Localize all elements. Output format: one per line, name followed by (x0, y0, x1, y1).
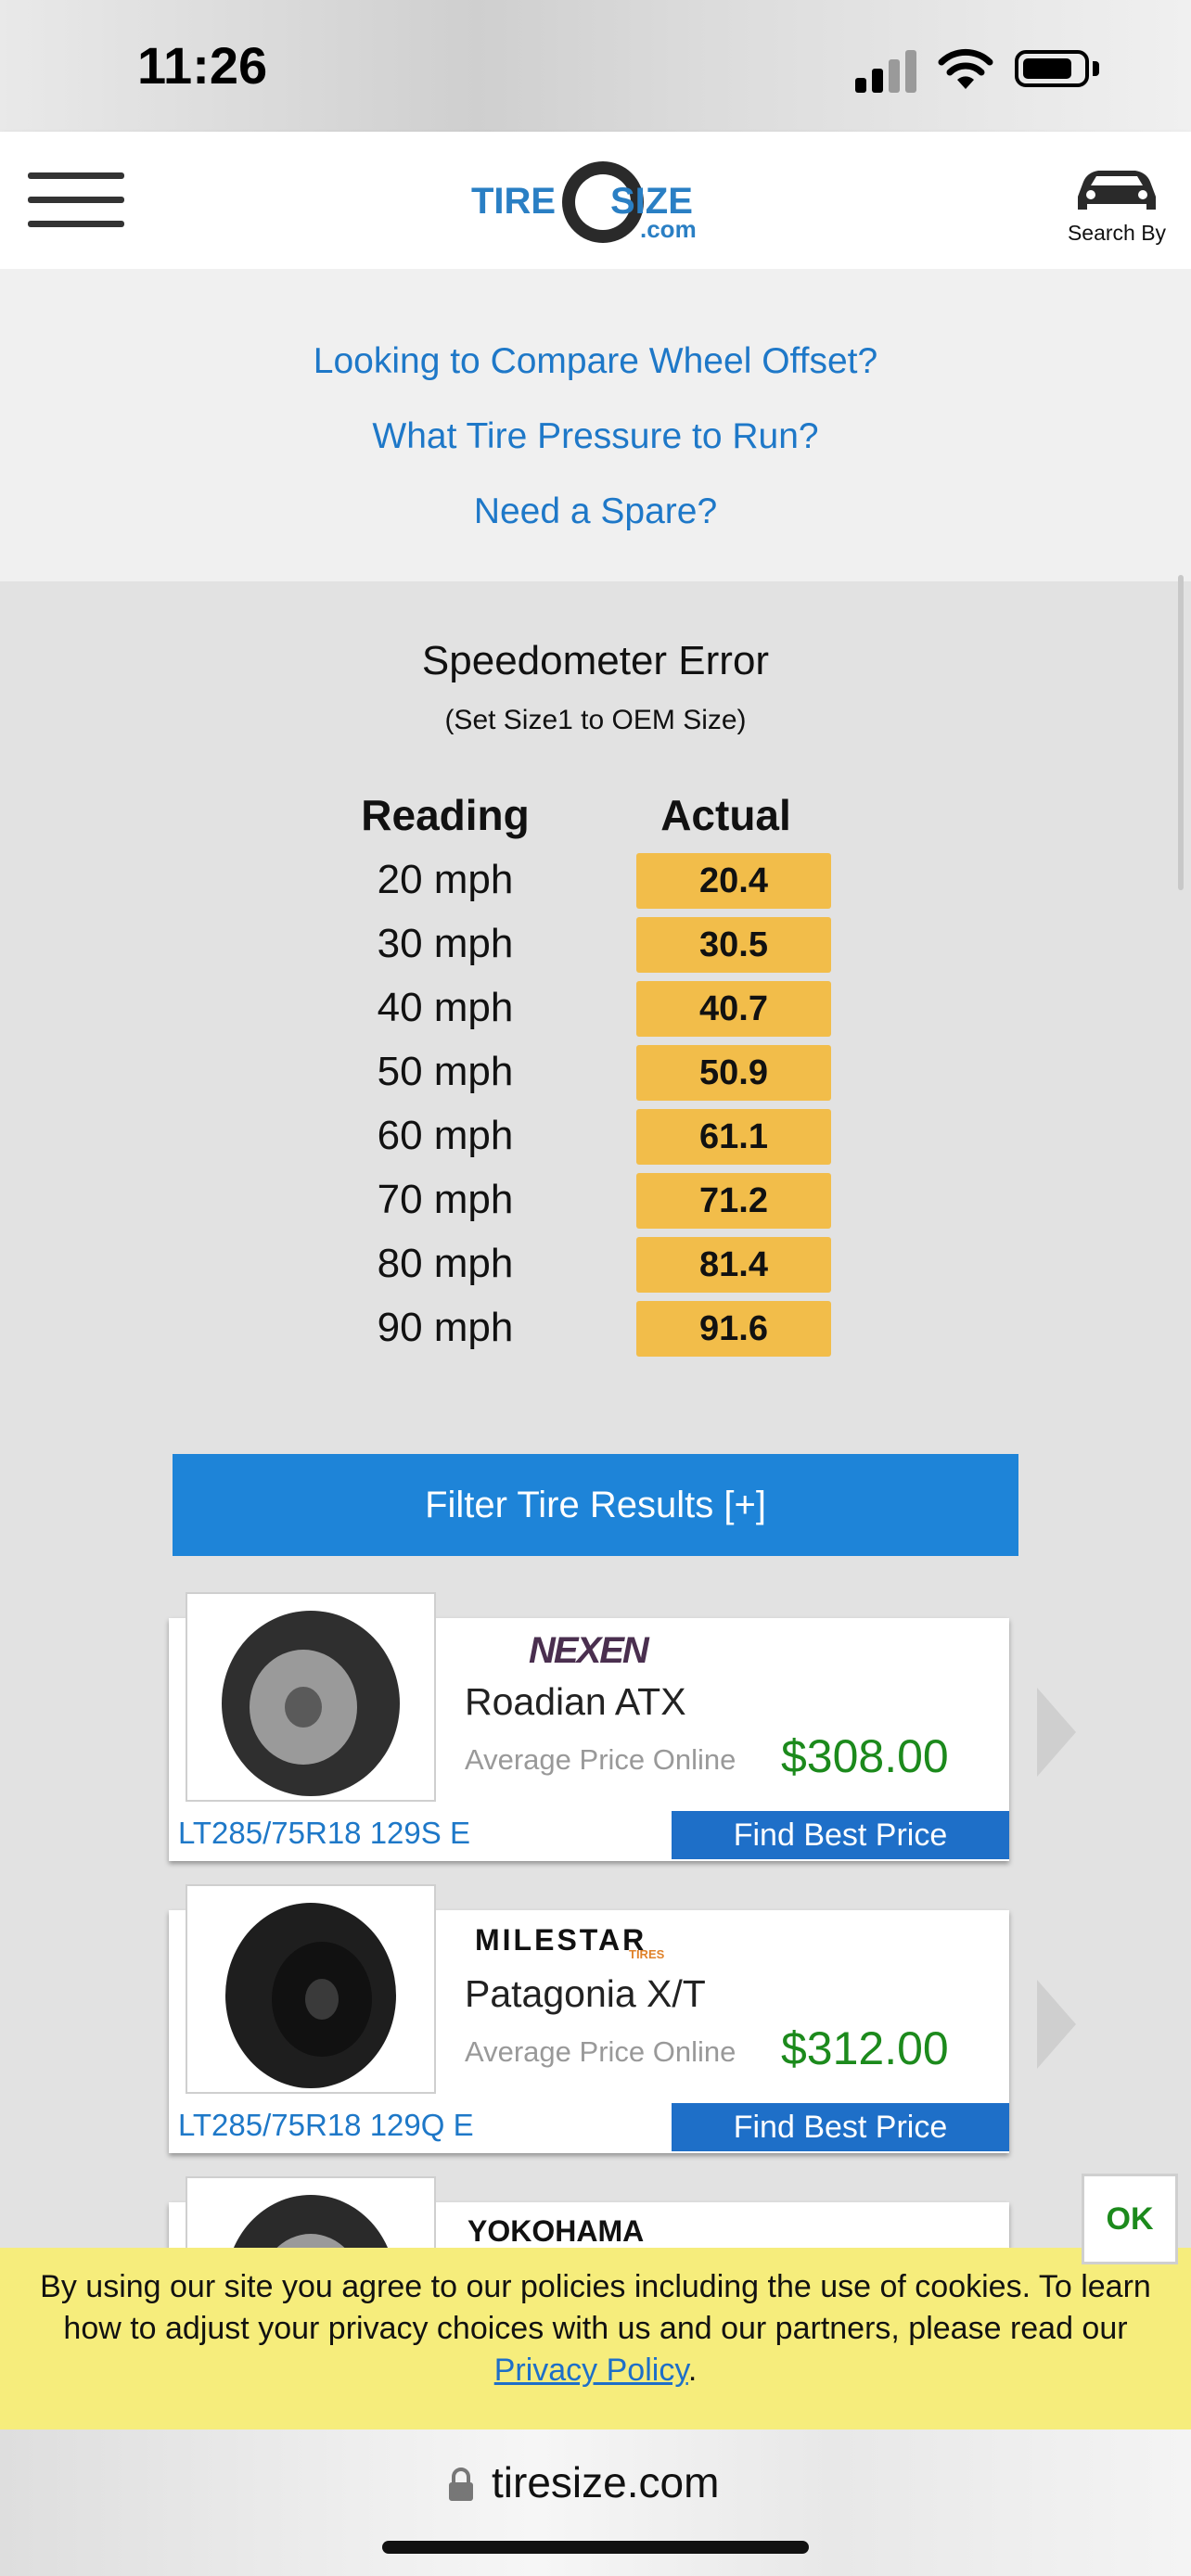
speed-row: 80 mph 81.4 (0, 1237, 1191, 1293)
speed-reading: 30 mph (377, 921, 514, 966)
speed-reading: 60 mph (377, 1113, 514, 1158)
speedometer-title: Speedometer Error (421, 638, 770, 683)
tire-wheel-icon (222, 1611, 400, 1796)
average-price-label: Average Price Online (465, 2035, 736, 2068)
tire-price: $308.00 (781, 1730, 949, 1782)
actual-column-header: Actual (660, 791, 791, 839)
speed-row: 90 mph 91.6 (0, 1301, 1191, 1357)
find-best-price-button[interactable]: Find Best Price (672, 2103, 1009, 2151)
tire-model[interactable]: Patagonia X/T (465, 1972, 706, 2016)
tire-pressure-link[interactable]: What Tire Pressure to Run? (0, 416, 1191, 457)
tire-image[interactable] (186, 1884, 436, 2094)
page-scrollbar[interactable] (1178, 575, 1184, 890)
speed-reading: 70 mph (377, 1177, 514, 1222)
url-text[interactable]: tiresize.com (492, 2457, 719, 2507)
speed-row: 60 mph 61.1 (0, 1109, 1191, 1165)
find-best-price-button[interactable]: Find Best Price (672, 1811, 1009, 1859)
lock-icon (449, 2468, 473, 2501)
speed-reading: 80 mph (377, 1241, 514, 1286)
tire-image[interactable] (186, 1592, 436, 1802)
tire-image[interactable] (186, 2176, 436, 2380)
battery-icon (1015, 50, 1089, 87)
hamburger-menu-icon[interactable] (28, 169, 124, 230)
nexen-brand-logo: NEXEN (529, 1630, 649, 1671)
tire-wheel-icon (225, 1903, 396, 2088)
search-by-label: Search By (1067, 221, 1167, 245)
speed-row: 70 mph 71.2 (0, 1173, 1191, 1229)
speedometer-subtitle: (Set Size1 to OEM Size) (444, 705, 747, 735)
speed-reading: 90 mph (377, 1305, 514, 1350)
car-icon (1078, 171, 1156, 210)
milestar-brand-logo: MILESTAR TIRES (475, 1923, 665, 1961)
speed-actual: 91.6 (636, 1301, 831, 1357)
speed-reading: 50 mph (377, 1049, 514, 1094)
tire-size-link[interactable]: LT285/75R18 129Q E (178, 2108, 474, 2143)
privacy-policy-link[interactable]: Privacy Policy (494, 2353, 688, 2388)
tiresize-logo[interactable]: TIRE SIZE .com (464, 156, 733, 249)
logo-text-tire: TIRE (471, 181, 556, 222)
speed-row: 50 mph 50.9 (0, 1045, 1191, 1101)
speed-actual: 81.4 (636, 1237, 831, 1293)
speed-actual: 71.2 (636, 1173, 831, 1229)
tire-size-link[interactable]: LT285/75R18 129S E (178, 1816, 470, 1851)
speed-actual: 30.5 (636, 917, 831, 973)
reading-column-header: Reading (361, 791, 530, 839)
tire-wheel-icon (225, 2195, 396, 2380)
speed-actual: 20.4 (636, 853, 831, 909)
filter-tire-results-button[interactable]: Filter Tire Results [+] (173, 1454, 1018, 1556)
speed-row: 30 mph 30.5 (0, 917, 1191, 973)
speed-reading: 40 mph (377, 985, 514, 1030)
chevron-right-icon[interactable] (1037, 1980, 1076, 2069)
cellular-signal-icon (855, 48, 918, 93)
chevron-right-icon[interactable] (1037, 1688, 1076, 1777)
cookie-ok-button[interactable]: OK (1082, 2174, 1178, 2264)
speed-row: 20 mph 20.4 (0, 853, 1191, 909)
home-indicator[interactable] (382, 2541, 809, 2554)
need-a-spare-link[interactable]: Need a Spare? (0, 491, 1191, 532)
status-time: 11:26 (137, 36, 268, 95)
logo-text-com: .com (640, 215, 697, 243)
speed-actual: 40.7 (636, 981, 831, 1037)
cookie-consent-banner: By using our site you agree to our polic… (0, 2248, 1191, 2429)
wifi-icon (938, 48, 993, 89)
tire-model[interactable]: Roadian ATX (465, 1680, 686, 1724)
tire-price: $312.00 (781, 2022, 949, 2074)
speed-actual: 50.9 (636, 1045, 831, 1101)
speed-actual: 61.1 (636, 1109, 831, 1165)
speed-row: 40 mph 40.7 (0, 981, 1191, 1037)
search-by-vehicle-button[interactable]: Search By (1057, 158, 1176, 250)
compare-wheel-offset-link[interactable]: Looking to Compare Wheel Offset? (0, 341, 1191, 382)
battery-tip (1093, 61, 1099, 76)
average-price-label: Average Price Online (465, 1743, 736, 1776)
cookie-message: By using our site you agree to our polic… (40, 2269, 1151, 2388)
speed-reading: 20 mph (377, 857, 514, 902)
